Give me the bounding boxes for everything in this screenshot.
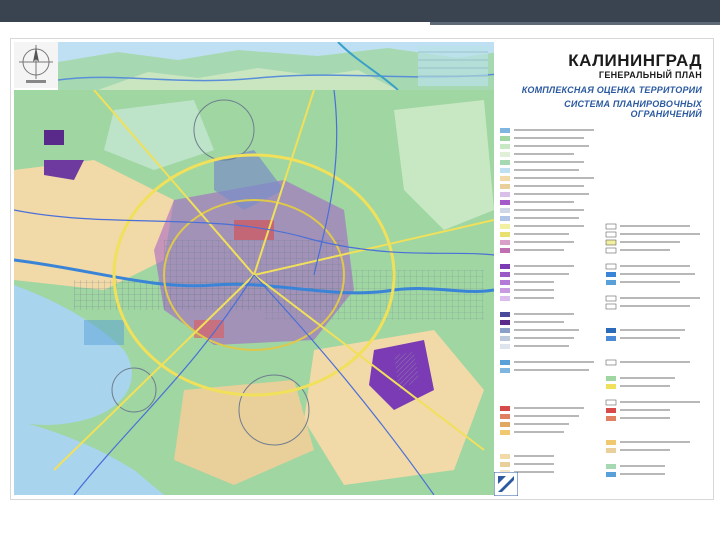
map-title-block: КАЛИНИНГРАД ГЕНЕРАЛЬНЫЙ ПЛАН КОМПЛЕКСНАЯ…	[494, 51, 702, 120]
legend-swatches	[500, 128, 700, 477]
general-plan-map	[14, 90, 494, 495]
map-heading-line2: СИСТЕМА ПЛАНИРОВОЧНЫХ ОГРАНИЧЕНИЙ	[564, 99, 702, 119]
compass-rose-icon	[14, 42, 58, 88]
publisher-logo-icon	[493, 471, 519, 497]
slide-top-bar	[0, 0, 720, 22]
map-top-strip	[57, 41, 499, 91]
legend-column-left	[500, 128, 594, 475]
slide-top-bar-accent	[430, 22, 720, 25]
map-subtitle: ГЕНЕРАЛЬНЫЙ ПЛАН	[598, 70, 702, 80]
legend-panel: КАЛИНИНГРАД ГЕНЕРАЛЬНЫЙ ПЛАН КОМПЛЕКСНАЯ…	[494, 42, 712, 497]
map-heading-line1: КОМПЛЕКСНАЯ ОЦЕНКА ТЕРРИТОРИИ	[521, 85, 702, 95]
map-title: КАЛИНИНГРАД	[568, 51, 702, 70]
legend-column-right	[605, 223, 700, 477]
